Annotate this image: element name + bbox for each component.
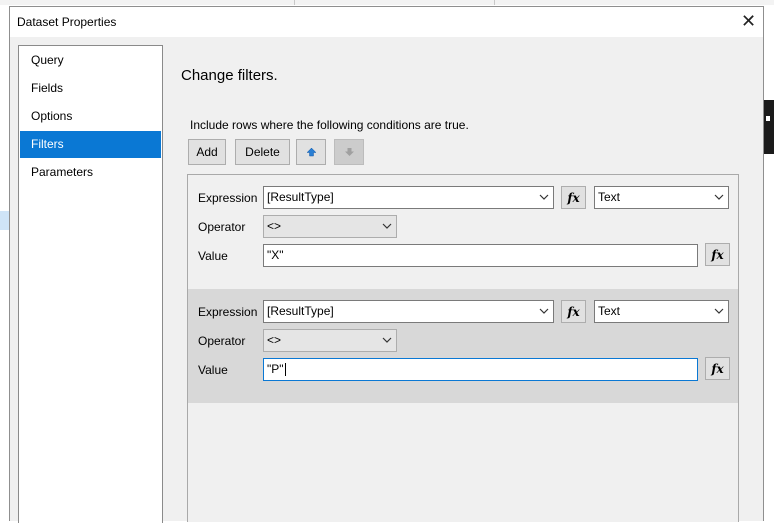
close-icon: ✕ <box>740 11 757 31</box>
sidebar-item-filters[interactable]: Filters <box>20 131 161 158</box>
chevron-down-icon <box>714 194 724 200</box>
delete-button[interactable]: Delete <box>235 139 290 165</box>
dataset-properties-dialog: Dataset Properties ✕ Query Fields Option… <box>9 6 764 523</box>
operator-label: Operator <box>198 334 246 348</box>
operator-select[interactable]: <> <box>263 215 397 238</box>
add-button[interactable]: Add <box>188 139 226 165</box>
sidebar-item-parameters[interactable]: Parameters <box>20 159 161 186</box>
arrow-down-icon <box>344 148 354 156</box>
move-down-button[interactable] <box>334 139 364 165</box>
function-icon: fx <box>567 190 580 205</box>
page-title: Change filters. <box>181 67 278 84</box>
dialog-titlebar: Dataset Properties ✕ <box>10 7 763 37</box>
chevron-down-icon <box>539 194 549 200</box>
operator-select[interactable]: <> <box>263 329 397 352</box>
operator-value: <> <box>267 219 282 233</box>
expression-fx-button[interactable]: fx <box>561 186 586 209</box>
chevron-down-icon <box>539 308 549 314</box>
type-value: Text <box>598 304 621 318</box>
filter-list: Expression [ResultType] fx Text Operator… <box>187 174 739 522</box>
chevron-down-icon <box>714 308 724 314</box>
value-text: "P" <box>267 362 284 376</box>
type-select[interactable]: Text <box>594 186 729 209</box>
value-fx-button[interactable]: fx <box>705 357 730 380</box>
expression-combo[interactable]: [ResultType] <box>263 186 554 209</box>
expression-label: Expression <box>198 191 258 205</box>
expression-value: [ResultType] <box>267 304 334 318</box>
expression-combo[interactable]: [ResultType] <box>263 300 554 323</box>
function-icon: fx <box>711 361 724 376</box>
sidebar-item-fields[interactable]: Fields <box>20 75 161 102</box>
background-app-strip <box>0 0 774 5</box>
sidebar-nav: Query Fields Options Filters Parameters <box>18 45 163 523</box>
background-app-panel <box>763 100 774 154</box>
value-label: Value <box>198 363 228 377</box>
instruction-text: Include rows where the following conditi… <box>190 118 469 132</box>
filter-row: Expression [ResultType] fx Text Operator… <box>188 289 738 403</box>
type-value: Text <box>598 190 621 204</box>
chevron-down-icon <box>382 223 392 229</box>
sidebar-item-options[interactable]: Options <box>20 103 161 130</box>
expression-value: [ResultType] <box>267 190 334 204</box>
value-field[interactable]: "X" <box>263 244 698 267</box>
expression-fx-button[interactable]: fx <box>561 300 586 323</box>
operator-label: Operator <box>198 220 246 234</box>
arrow-up-icon <box>305 147 317 157</box>
filter-row: Expression [ResultType] fx Text Operator… <box>188 175 738 289</box>
expression-label: Expression <box>198 305 258 319</box>
background-tab-separator <box>494 0 495 5</box>
sidebar-item-query[interactable]: Query <box>20 47 161 74</box>
chevron-down-icon <box>382 337 392 343</box>
value-label: Value <box>198 249 228 263</box>
close-button[interactable]: ✕ <box>734 7 763 37</box>
dialog-title: Dataset Properties <box>17 15 117 29</box>
value-text: "X" <box>267 248 284 262</box>
function-icon: fx <box>567 304 580 319</box>
type-select[interactable]: Text <box>594 300 729 323</box>
operator-value: <> <box>267 333 282 347</box>
value-fx-button[interactable]: fx <box>705 243 730 266</box>
function-icon: fx <box>711 247 724 262</box>
text-caret <box>284 363 286 377</box>
move-up-button[interactable] <box>296 139 326 165</box>
value-field[interactable]: "P" <box>263 358 698 381</box>
background-tab-separator <box>294 0 295 5</box>
